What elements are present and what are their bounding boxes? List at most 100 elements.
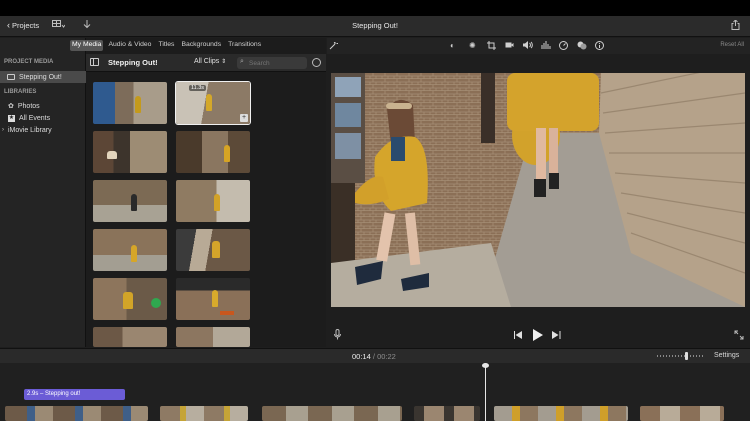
zoom-slider-knob[interactable] xyxy=(685,352,688,360)
skip-forward-icon[interactable] xyxy=(552,331,561,341)
filter-label: All Clips xyxy=(194,58,220,65)
disclosure-triangle-icon[interactable]: › xyxy=(2,127,4,133)
project-media-header: PROJECT MEDIA xyxy=(4,59,54,65)
libraries-header: LIBRARIES xyxy=(4,89,37,95)
clip-frame xyxy=(176,180,250,222)
clip-thumbnail[interactable] xyxy=(93,131,167,173)
clip-figure xyxy=(212,290,218,307)
clip-figure xyxy=(224,145,230,162)
clip-thumbnail[interactable] xyxy=(176,229,250,271)
timeline-settings-button[interactable]: Settings xyxy=(714,352,739,359)
clip-sign xyxy=(220,311,234,315)
magic-wand-icon[interactable] xyxy=(329,41,338,52)
adjustments-bar: ◐ ✺ Reset All xyxy=(327,38,750,54)
star-icon: ★ xyxy=(8,114,15,122)
clip-figure xyxy=(131,194,137,211)
tab-audio-video[interactable]: Audio & Video xyxy=(106,40,153,51)
timecode: 00:14 / 00:22 xyxy=(352,352,396,361)
color-balance-icon[interactable]: ◐ xyxy=(450,41,455,50)
share-icon[interactable] xyxy=(731,19,740,32)
project-title: Stepping Out! xyxy=(352,21,398,30)
clip-figure xyxy=(212,241,220,258)
color-correction-icon[interactable]: ✺ xyxy=(469,41,476,50)
clip-figure xyxy=(135,96,141,113)
clip-frame xyxy=(93,82,167,124)
stabilization-icon[interactable] xyxy=(505,41,514,51)
timeline-clip[interactable] xyxy=(160,406,248,421)
timeline-clip[interactable] xyxy=(640,406,724,421)
timeline[interactable]: 2.9s – Stepping out! xyxy=(0,363,750,421)
clip-duration-badge: 11.3s xyxy=(189,85,207,91)
add-clip-icon[interactable]: + xyxy=(240,114,248,122)
reset-all-button[interactable]: Reset All xyxy=(720,42,744,48)
timeline-clip[interactable] xyxy=(5,406,148,421)
search-icon: ⌕ xyxy=(240,58,244,65)
search-input[interactable] xyxy=(249,57,305,69)
film-icon xyxy=(7,74,15,80)
clip-frame xyxy=(93,131,167,173)
volume-icon[interactable] xyxy=(523,41,533,51)
clip-thumbnail[interactable] xyxy=(93,278,167,320)
clip-thumbnail[interactable] xyxy=(93,327,167,347)
all-clips-filter[interactable]: All Clips ⇕ xyxy=(194,58,226,65)
search-field[interactable]: ⌕ xyxy=(237,57,307,69)
title-bar: ‹ Projects Stepping Out! xyxy=(0,16,750,37)
tab-backgrounds[interactable]: Backgrounds xyxy=(179,40,223,51)
clip-thumbnail[interactable] xyxy=(93,180,167,222)
clip-figure xyxy=(123,292,133,309)
clip-frame xyxy=(176,327,250,347)
video-filter-icon[interactable] xyxy=(577,41,587,52)
clip-thumbnail[interactable] xyxy=(93,82,167,124)
playhead[interactable] xyxy=(482,363,489,421)
play-icon[interactable] xyxy=(533,329,543,343)
timeline-clip[interactable] xyxy=(262,406,402,421)
clip-thumbnail[interactable] xyxy=(176,327,250,347)
clip-thumbnail[interactable] xyxy=(176,180,250,222)
tab-titles[interactable]: Titles xyxy=(156,40,176,51)
clip-frame xyxy=(93,180,167,222)
sidebar-item-stepping-out[interactable]: Stepping Out! xyxy=(0,71,86,83)
timeline-clip[interactable] xyxy=(494,406,628,421)
browser-header: Stepping Out! All Clips ⇕ ⌕ xyxy=(86,54,326,72)
sidebar-item-all-events[interactable]: ★ All Events xyxy=(0,112,86,124)
microphone-icon[interactable] xyxy=(334,329,341,342)
zoom-slider[interactable] xyxy=(657,352,705,360)
total-time: 00:22 xyxy=(377,352,396,361)
video-preview xyxy=(331,73,745,307)
noise-reduction-icon[interactable] xyxy=(541,41,551,51)
timeline-header: 00:14 / 00:22 Settings xyxy=(0,348,750,363)
clip-thumbnail-selected[interactable]: 11.3s + xyxy=(175,81,251,125)
crop-icon[interactable] xyxy=(487,41,496,52)
clip-frame xyxy=(176,131,250,173)
time-separator: / xyxy=(372,352,375,361)
sidebar-item-imovie-library[interactable]: › iMovie Library xyxy=(0,124,86,136)
info-icon[interactable] xyxy=(595,41,604,52)
clip-figure xyxy=(214,194,220,211)
clip-figure xyxy=(206,94,212,111)
sidebar-item-label: iMovie Library xyxy=(8,126,52,134)
skip-back-icon[interactable] xyxy=(514,331,523,341)
clip-status-icon xyxy=(151,298,161,308)
sidebar-item-photos[interactable]: ✿ Photos xyxy=(0,100,86,112)
window-top-strip xyxy=(0,0,750,16)
clip-thumbnail[interactable] xyxy=(176,278,250,320)
clip-figure xyxy=(131,245,137,262)
library-sidebar: PROJECT MEDIA Stepping Out! LIBRARIES ✿ … xyxy=(0,38,86,347)
sidebar-item-label: Photos xyxy=(17,102,40,110)
speed-icon[interactable] xyxy=(559,41,568,52)
timeline-clip[interactable] xyxy=(414,406,480,421)
clip-frame xyxy=(93,229,167,271)
preview-frame xyxy=(331,73,745,307)
sidebar-toggle-icon[interactable] xyxy=(90,58,99,66)
library-title: Stepping Out! xyxy=(108,58,158,67)
clip-thumbnail[interactable] xyxy=(176,131,250,173)
fullscreen-icon[interactable] xyxy=(734,330,744,342)
sidebar-item-label: All Events xyxy=(19,114,51,122)
clip-thumbnail[interactable] xyxy=(93,229,167,271)
tab-transitions[interactable]: Transitions xyxy=(226,40,263,51)
media-browser: My Media Audio & Video Titles Background… xyxy=(70,38,326,347)
filter-options-icon[interactable] xyxy=(312,58,321,67)
tab-my-media[interactable]: My Media xyxy=(70,40,104,51)
clip-frame xyxy=(93,327,167,347)
title-clip[interactable]: 2.9s – Stepping out! xyxy=(24,389,125,400)
